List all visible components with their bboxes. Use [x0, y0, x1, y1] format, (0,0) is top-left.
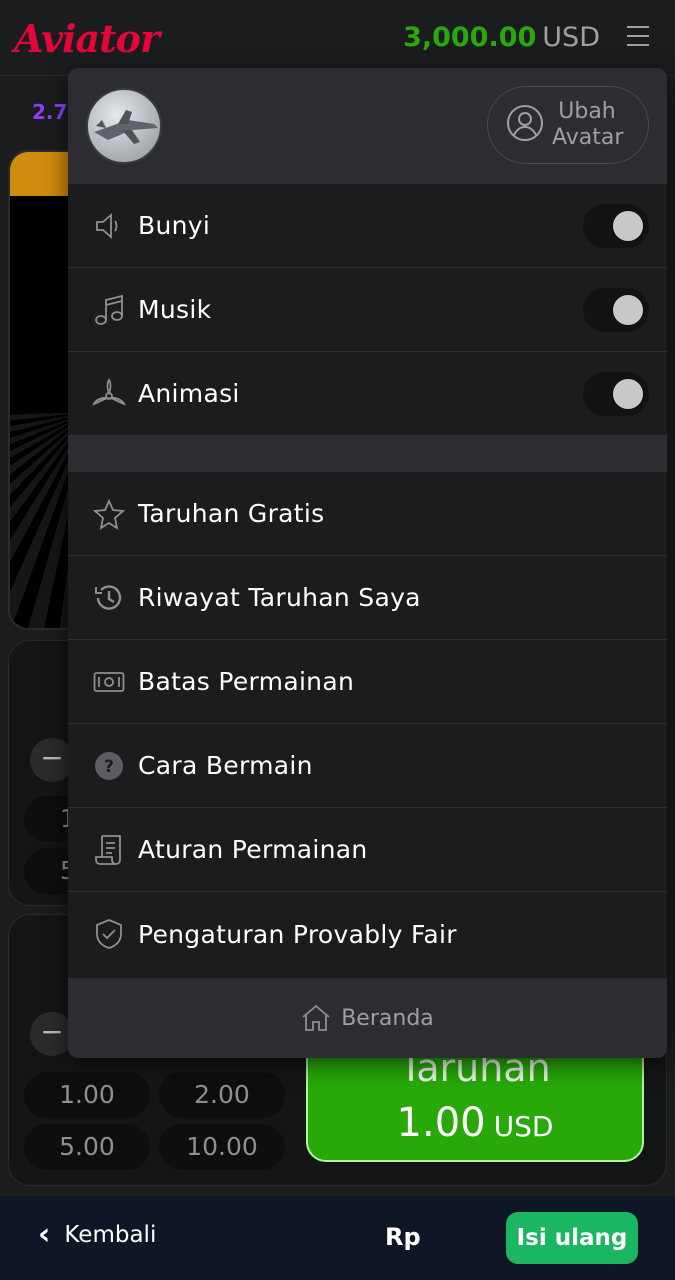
home-icon [301, 1004, 331, 1032]
chip-2-00[interactable]: 2.00 [159, 1072, 285, 1118]
aviator-logo: Aviator [14, 16, 160, 61]
music-toggle[interactable] [583, 288, 649, 332]
refill-button[interactable]: Isi ulang [506, 1212, 638, 1264]
chevron-left-icon: ‹ [38, 1217, 51, 1252]
question-circle-icon: ? [92, 749, 126, 783]
multiplier-history-value: 2.7 [32, 100, 68, 124]
setting-row-music: Musik [68, 268, 667, 352]
bottom-bar: ‹ Kembali Rp Isi ulang [0, 1196, 675, 1280]
menu-item-game-rules[interactable]: Aturan Permainan [68, 808, 667, 892]
menu-item-game-limits[interactable]: Batas Permainan [68, 640, 667, 724]
banknote-icon [92, 665, 126, 699]
star-icon [92, 497, 126, 531]
menu-item-label: Cara Bermain [138, 751, 313, 780]
chip-1-00[interactable]: 1.00 [24, 1072, 150, 1118]
menu-item-free-bets[interactable]: Taruhan Gratis [68, 472, 667, 556]
chip-10-00[interactable]: 10.00 [159, 1124, 285, 1170]
change-avatar-button[interactable]: Ubah Avatar [487, 86, 649, 164]
top-header: Aviator 3,000.00 USD [0, 0, 675, 76]
bet-amount: 1.00 USD [396, 1100, 554, 1146]
document-scroll-icon [92, 833, 126, 867]
menu-item-provably-fair[interactable]: Pengaturan Provably Fair [68, 892, 667, 976]
menu-item-label: Aturan Permainan [138, 835, 368, 864]
balance-currency: USD [542, 22, 600, 53]
chip-5-00[interactable]: 5.00 [24, 1124, 150, 1170]
home-button[interactable]: Beranda [68, 978, 667, 1058]
change-avatar-label: Ubah Avatar [552, 99, 624, 150]
speaker-icon [92, 209, 126, 243]
currency-button[interactable]: Rp [385, 1223, 421, 1251]
menu-section-gap [68, 436, 667, 472]
menu-item-label: Batas Permainan [138, 667, 355, 696]
home-label: Beranda [341, 1005, 434, 1031]
settings-menu: Ubah Avatar Bunyi Musik Animasi Taruhan … [68, 68, 667, 1058]
setting-label: Musik [138, 295, 212, 324]
menu-item-how-to-play[interactable]: ? Cara Bermain [68, 724, 667, 808]
propeller-icon [92, 377, 126, 411]
menu-item-label: Taruhan Gratis [138, 499, 325, 528]
music-note-icon [92, 293, 126, 327]
shield-check-icon [92, 917, 126, 951]
history-icon [92, 581, 126, 615]
setting-row-sound: Bunyi [68, 184, 667, 268]
menu-item-label: Pengaturan Provably Fair [138, 919, 457, 949]
menu-icon[interactable] [627, 26, 649, 46]
menu-item-bet-history[interactable]: Riwayat Taruhan Saya [68, 556, 667, 640]
back-label: Kembali [64, 1222, 157, 1248]
setting-label: Animasi [138, 379, 240, 408]
balance-display: 3,000.00 USD [403, 22, 600, 53]
balance-amount: 3,000.00 [403, 22, 537, 53]
setting-label: Bunyi [138, 211, 211, 240]
user-circle-icon [506, 104, 544, 146]
setting-row-animation: Animasi [68, 352, 667, 436]
menu-header: Ubah Avatar [68, 68, 667, 184]
back-button[interactable]: ‹ Kembali [38, 1217, 157, 1252]
menu-item-label: Riwayat Taruhan Saya [138, 583, 421, 612]
avatar [86, 88, 162, 164]
sound-toggle[interactable] [583, 204, 649, 248]
animation-toggle[interactable] [583, 372, 649, 416]
svg-text:?: ? [104, 757, 114, 777]
